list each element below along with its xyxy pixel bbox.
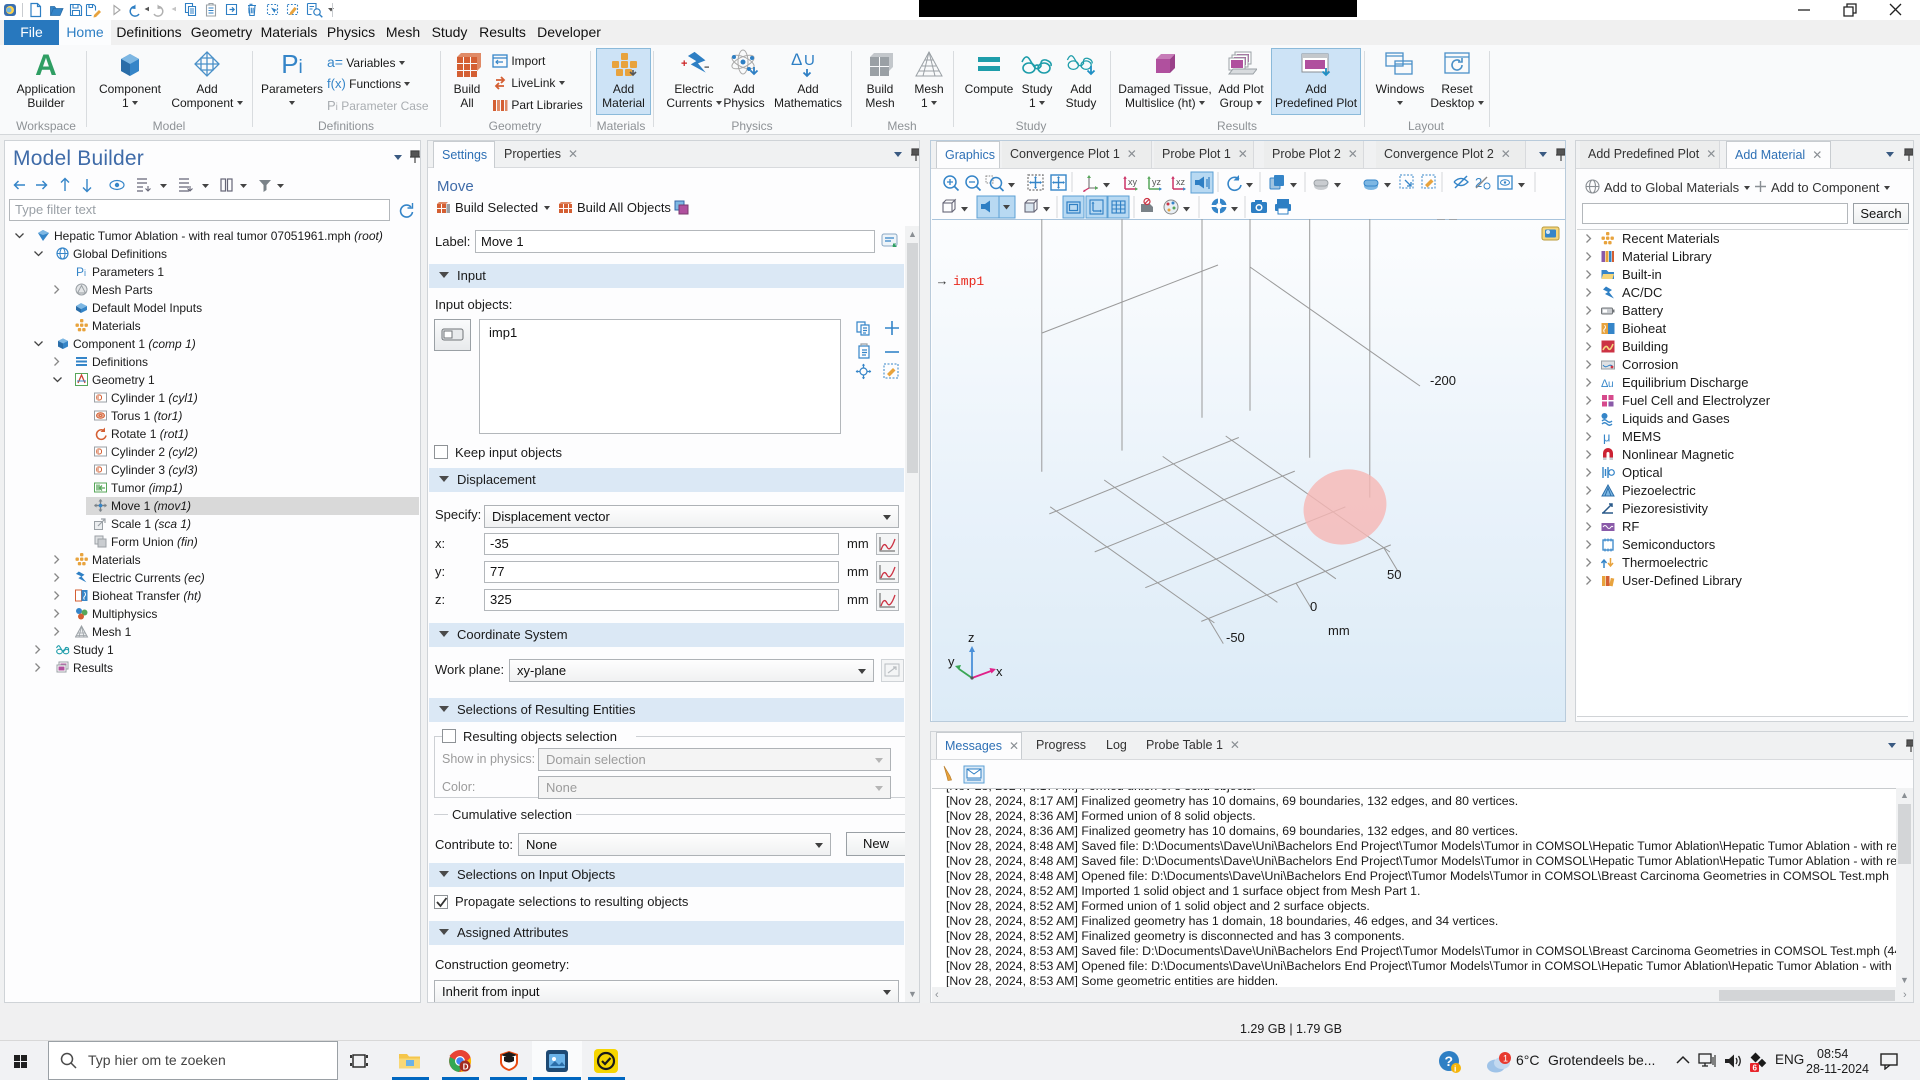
svg-text:y: y [948,654,955,669]
svg-text:−: − [704,60,709,74]
svg-text:P: P [76,265,84,279]
svg-text:xz: xz [1176,177,1186,187]
svg-text:+: + [681,58,687,70]
svg-text:z: z [968,630,975,645]
svg-text:U: U [804,52,815,69]
svg-text:Δ: Δ [791,50,802,69]
svg-text:i: i [84,268,86,278]
svg-text:i: i [1454,1064,1456,1074]
svg-text:μ: μ [1603,430,1611,444]
svg-text:-50: -50 [1226,630,1245,645]
svg-text:6: 6 [1753,1064,1758,1073]
svg-text:D: D [463,1063,469,1072]
svg-text:x: x [996,664,1003,679]
svg-text:0: 0 [1310,599,1317,614]
svg-text:→: → [938,274,946,289]
svg-text:imp1: imp1 [953,274,984,289]
svg-text:yz: yz [1152,177,1162,187]
svg-text:-200: -200 [1430,373,1456,388]
svg-text:u: u [1608,379,1614,390]
svg-text:50: 50 [1387,567,1401,582]
svg-text:1: 1 [1503,1054,1508,1064]
svg-text:mm: mm [1328,623,1350,638]
svg-text:xy: xy [1128,177,1138,187]
